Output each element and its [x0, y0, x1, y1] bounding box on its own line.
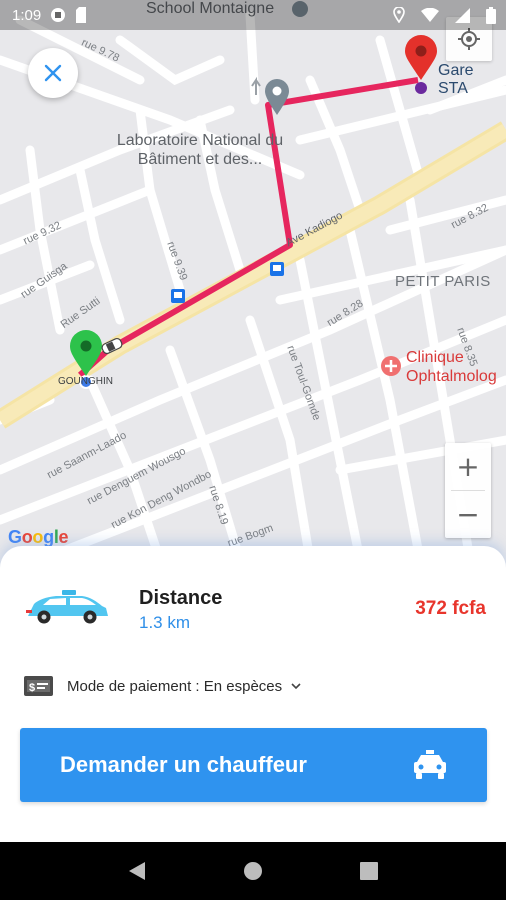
fare-price: 372 fcfa [415, 598, 486, 619]
taxi-car-icon [26, 590, 108, 624]
request-driver-button[interactable]: Demander un chauffeur [20, 728, 487, 802]
battery-icon [486, 6, 496, 24]
clinic-icon [381, 356, 401, 376]
status-bar: 1:09 [0, 0, 506, 30]
google-logo: Google [8, 527, 69, 547]
gare-label: Gare STA [438, 62, 474, 97]
bus-stop-icon [270, 262, 284, 276]
payment-method-selector[interactable]: $ Mode de paiement : En espèces [24, 676, 302, 696]
svg-text:$: $ [29, 682, 35, 694]
origin-label: GOUNGHIN [58, 376, 113, 387]
clinic-label-line1: Clinique [406, 349, 464, 366]
clinic-label: Clinique Ophtalmolog [406, 348, 497, 386]
payment-method-label: Mode de paiement : En espèces [67, 677, 283, 695]
bus-stop-icon [171, 289, 185, 303]
map-view[interactable]: rue 9.78 rue 9.32 rue Guisga Rue Sutti r… [0, 0, 506, 560]
cash-icon: $ [24, 676, 53, 696]
destination-pin-icon [405, 35, 437, 94]
clinic-label-line2: Ophtalmolog [406, 368, 497, 385]
home-icon[interactable] [242, 860, 264, 882]
signal-icon [455, 7, 470, 23]
wifi-icon [421, 8, 439, 22]
lab-label-line1: Laboratoire National du [116, 132, 284, 149]
cast-icon [49, 7, 67, 23]
ride-summary-sheet: Distance 1.3 km 372 fcfa $ Mode de paiem… [0, 546, 506, 842]
zoom-controls: + − [445, 443, 491, 538]
zoom-in-button[interactable]: + [445, 443, 491, 490]
close-icon [44, 64, 62, 82]
taxi-icon [414, 750, 446, 779]
lab-label: Laboratoire National du Bâtiment et des.… [110, 131, 290, 169]
android-nav-bar [0, 842, 506, 900]
district-label: PETIT PARIS [395, 273, 491, 290]
distance-value: 1.3 km [139, 613, 191, 632]
zoom-out-button[interactable]: − [445, 491, 491, 538]
request-driver-label: Demander un chauffeur [60, 752, 307, 777]
chevron-down-icon [291, 683, 301, 690]
crosshair-icon [458, 28, 480, 50]
location-icon [393, 7, 405, 23]
sim-card-icon [75, 7, 87, 23]
status-time: 1:09 [12, 6, 42, 24]
back-icon[interactable] [127, 860, 147, 882]
close-button[interactable] [28, 48, 78, 98]
recents-icon[interactable] [359, 861, 379, 881]
lab-label-line2: Bâtiment et des... [137, 151, 263, 168]
distance-title: Distance [139, 587, 223, 609]
